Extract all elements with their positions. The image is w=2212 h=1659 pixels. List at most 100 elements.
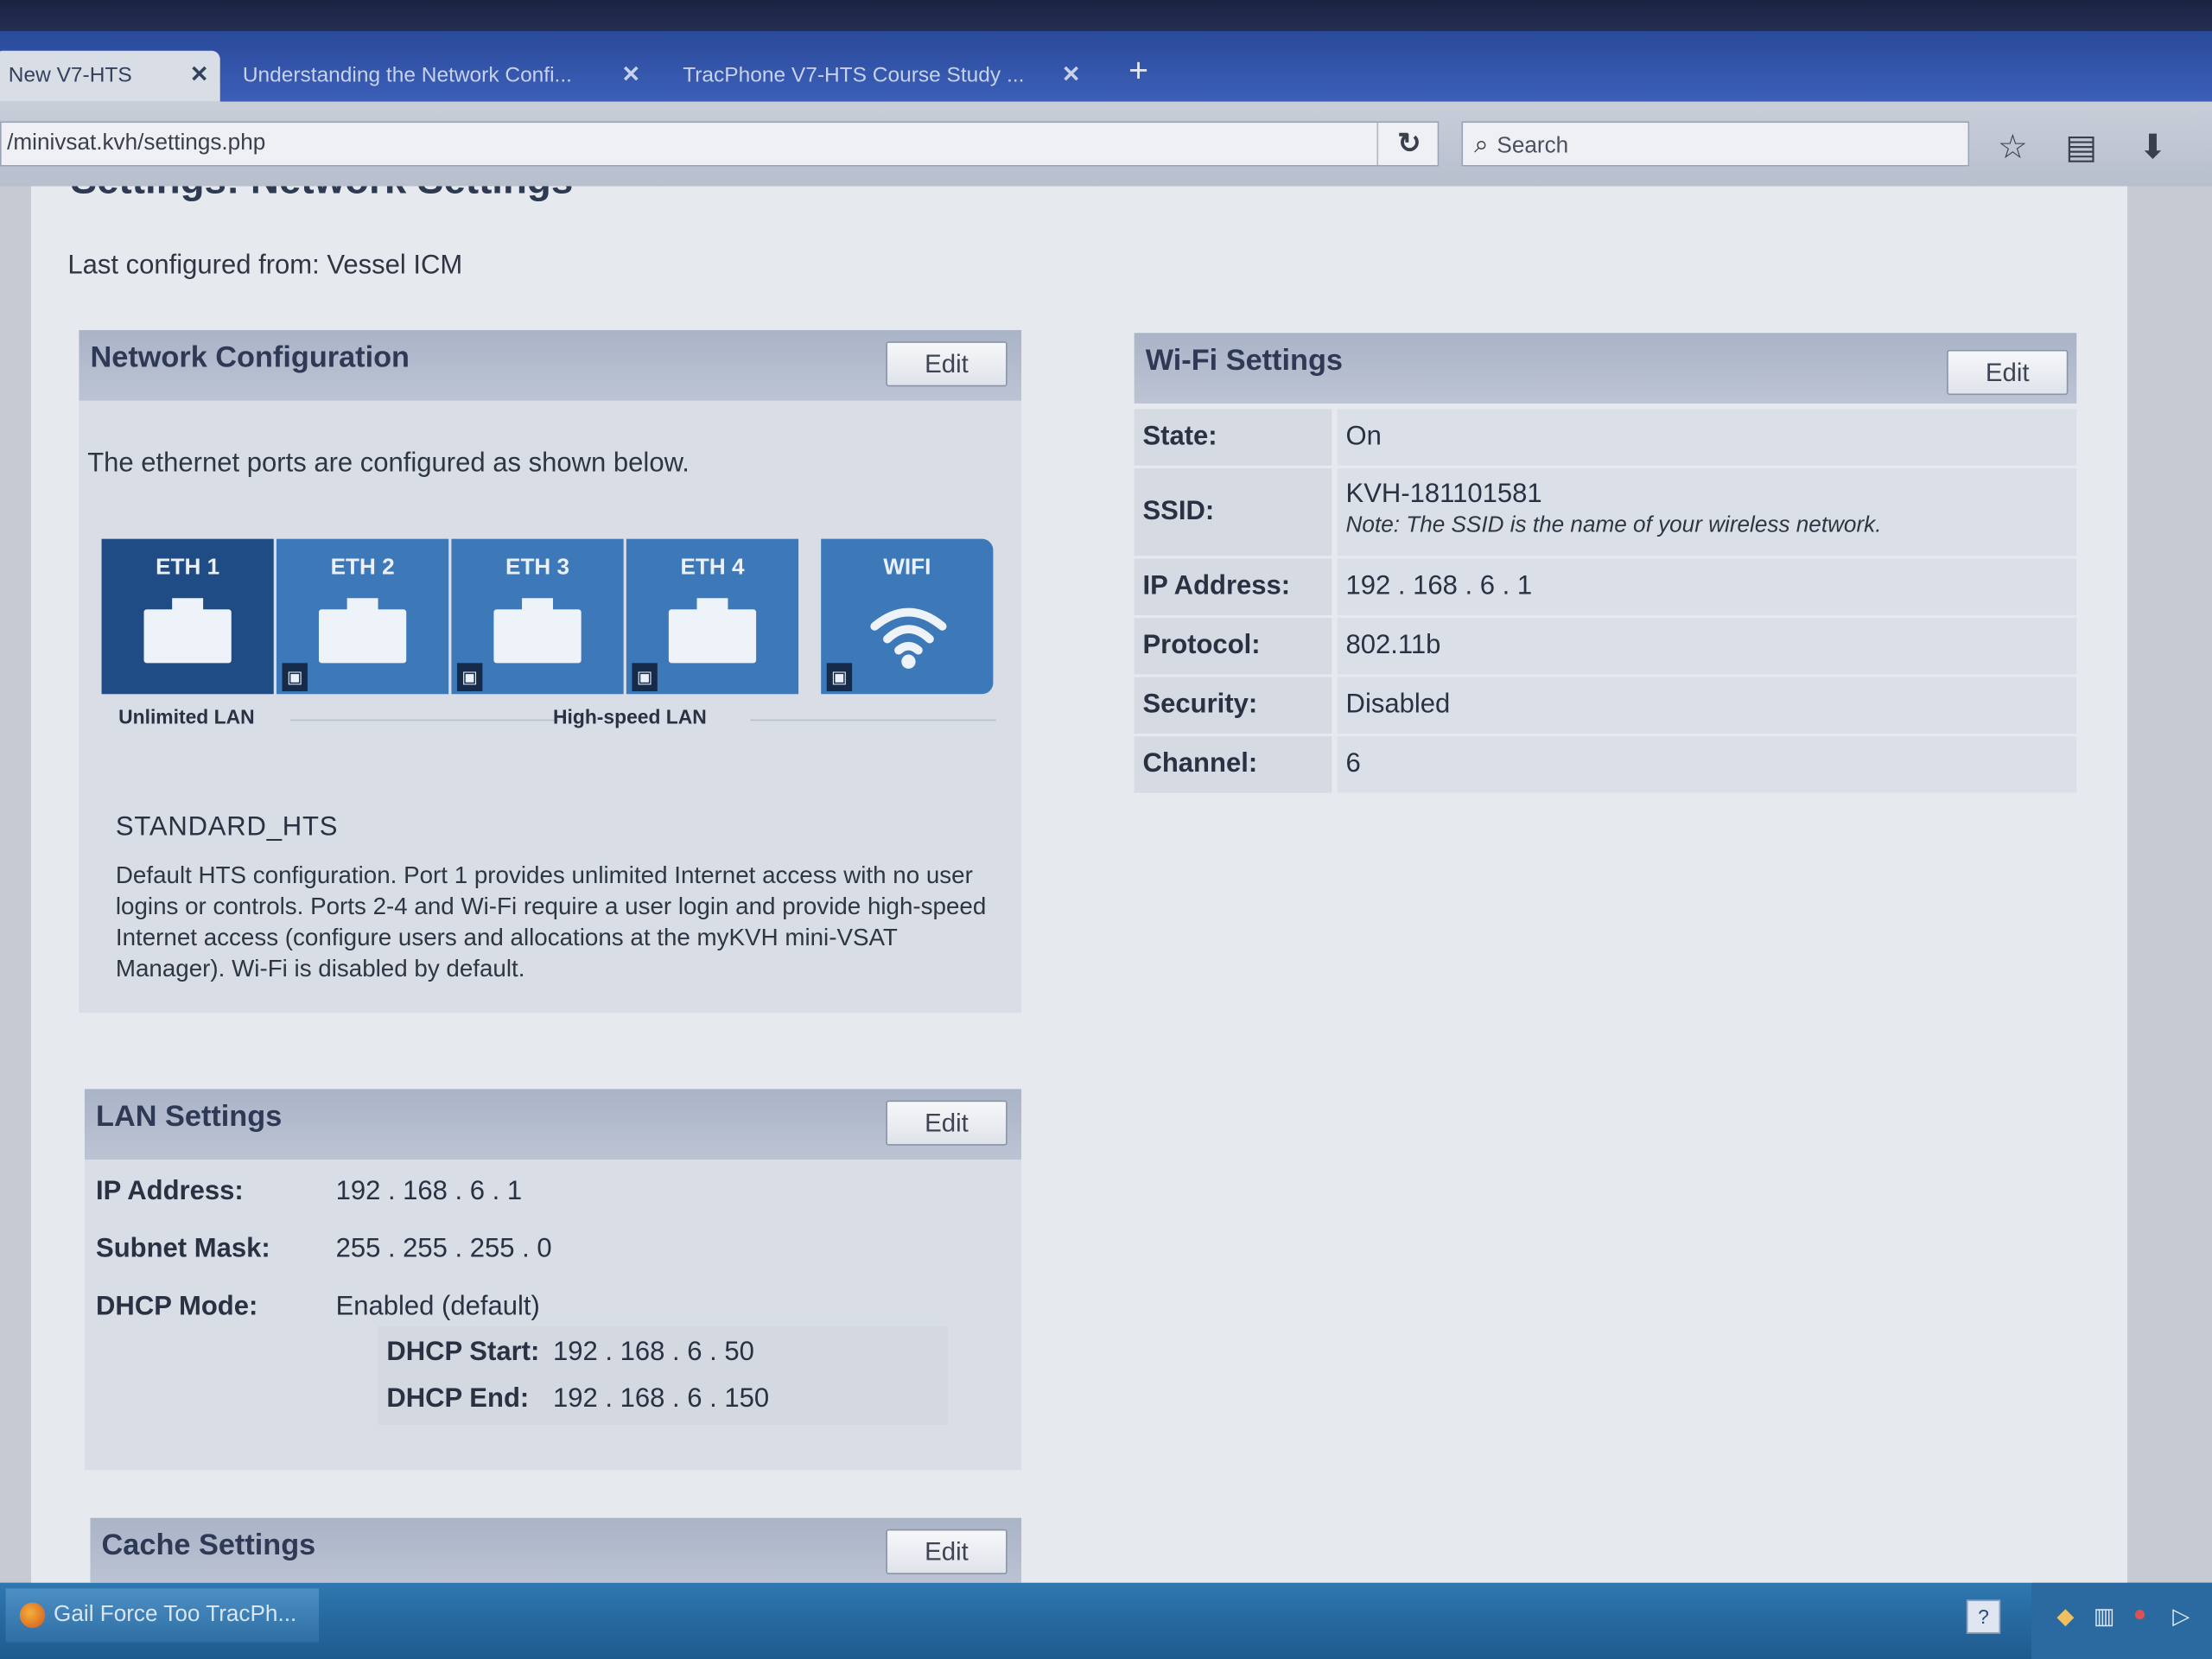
row-value: 192 . 168 . 6 . 1 bbox=[1337, 558, 2077, 615]
panel-header: Cache Settings Edit bbox=[90, 1517, 1022, 1583]
ssid-note: Note: The SSID is the name of your wirel… bbox=[1345, 513, 1882, 538]
tab-label: TracPhone V7-HTS Course Study ... bbox=[683, 63, 1025, 88]
help-icon[interactable]: ? bbox=[1966, 1599, 2001, 1634]
panel-title: LAN Settings bbox=[96, 1100, 283, 1134]
port-eth4: ETH 4 ▣ bbox=[626, 538, 799, 695]
port-eth2: ETH 2 ▣ bbox=[276, 538, 449, 695]
download-icon[interactable]: ⬇ bbox=[2139, 127, 2167, 168]
close-icon[interactable]: ✕ bbox=[621, 51, 640, 102]
network-configuration-panel: Network Configuration Edit The ethernet … bbox=[79, 330, 1022, 1014]
port-label: ETH 4 bbox=[680, 556, 745, 581]
row-value: 192 . 168 . 6 . 150 bbox=[552, 1383, 770, 1414]
taskbar-item-firefox[interactable]: Gail Force Too TracPh... bbox=[5, 1588, 319, 1643]
row-label: Subnet Mask: bbox=[96, 1234, 270, 1264]
table-row: Protocol: 802.11b bbox=[1134, 618, 2077, 677]
table-row: Security: Disabled bbox=[1134, 677, 2077, 737]
table-row: SSID: KVH-181101581 Note: The SSID is th… bbox=[1134, 468, 2077, 559]
taskbar-item-label: Gail Force Too TracPh... bbox=[54, 1602, 297, 1627]
reload-icon[interactable]: ↻ bbox=[1376, 123, 1440, 166]
close-icon[interactable]: ✕ bbox=[1062, 51, 1081, 102]
tab-course-study[interactable]: TracPhone V7-HTS Course Study ... ✕ bbox=[669, 51, 1092, 102]
row-label: State: bbox=[1134, 409, 1332, 466]
network-config-edit-button[interactable]: Edit bbox=[886, 341, 1007, 387]
lock-icon: ▣ bbox=[282, 663, 308, 691]
page-content: Settings: Network Settings Last configur… bbox=[30, 186, 2128, 1583]
row-value: 6 bbox=[1337, 736, 2077, 793]
row-value: KVH-181101581 Note: The SSID is the name… bbox=[1337, 468, 2077, 556]
taskbar: Gail Force Too TracPh... ? ◆ ▥ ● ▷ bbox=[0, 1582, 2212, 1659]
row-label: Security: bbox=[1134, 677, 1332, 734]
port-label: ETH 2 bbox=[330, 556, 395, 581]
row-value: Disabled bbox=[1337, 677, 2077, 734]
panel-title: Network Configuration bbox=[90, 341, 410, 374]
navigation-toolbar: /minivsat.kvh/settings.php ↻ ⌕ Search ☆ ▤… bbox=[0, 101, 2212, 187]
ethernet-jack-icon bbox=[668, 598, 757, 664]
dhcp-start-row: DHCP Start: 192 . 168 . 6 . 50 bbox=[386, 1338, 754, 1369]
config-name: STANDARD_HTS bbox=[115, 812, 339, 842]
url-bar[interactable]: /minivsat.kvh/settings.php ↻ bbox=[0, 121, 1440, 167]
cache-settings-panel: Cache Settings Edit bbox=[90, 1517, 1022, 1583]
bookmark-star-icon[interactable]: ☆ bbox=[1998, 127, 2028, 168]
ethernet-jack-icon bbox=[493, 598, 582, 664]
security-alert-icon[interactable]: ● bbox=[2133, 1603, 2147, 1628]
row-label: DHCP End: bbox=[386, 1383, 530, 1414]
search-input[interactable]: ⌕ Search bbox=[1461, 121, 1970, 167]
port-label: WIFI bbox=[883, 556, 931, 581]
lan-dhcp-row: DHCP Mode: Enabled (default) bbox=[96, 1293, 540, 1324]
panel-title: Cache Settings bbox=[101, 1529, 316, 1562]
lock-icon: ▣ bbox=[826, 663, 853, 691]
new-tab-button[interactable]: + bbox=[1128, 51, 1148, 93]
row-value: 192 . 168 . 6 . 50 bbox=[552, 1337, 754, 1368]
table-row: IP Address: 192 . 168 . 6 . 1 bbox=[1134, 558, 2077, 619]
config-description: Default HTS configuration. Port 1 provid… bbox=[115, 861, 987, 982]
port-diagram: ETH 1 ETH 2 ▣ ETH 3 ▣ ETH 4 ▣ WIFI ▣ bbox=[101, 538, 999, 697]
port-eth3: ETH 3 ▣ bbox=[451, 538, 624, 695]
system-tray: ◆ ▥ ● ▷ bbox=[2031, 1582, 2212, 1659]
row-label: Channel: bbox=[1134, 736, 1332, 793]
shield-icon[interactable]: ◆ bbox=[2056, 1603, 2074, 1631]
row-label: Protocol: bbox=[1134, 618, 1332, 675]
lan-settings-panel: LAN Settings Edit IP Address: 192 . 168 .… bbox=[84, 1089, 1022, 1471]
dhcp-range: DHCP Start: 192 . 168 . 6 . 50 DHCP End: 1… bbox=[378, 1325, 949, 1425]
divider bbox=[750, 719, 996, 721]
last-configured: Last configured from: Vessel ICM bbox=[67, 251, 463, 281]
tab-label: New V7-HTS bbox=[8, 63, 132, 88]
panel-header: Network Configuration Edit bbox=[79, 330, 1022, 401]
wifi-edit-button[interactable]: Edit bbox=[1947, 349, 2069, 396]
divider bbox=[290, 719, 559, 721]
row-value: 802.11b bbox=[1337, 618, 2077, 675]
table-row: State: On bbox=[1134, 409, 2077, 469]
row-label: DHCP Mode: bbox=[96, 1292, 258, 1322]
screen: New V7-HTS ✕ Understanding the Network C… bbox=[0, 0, 2212, 1659]
row-label: IP Address: bbox=[1134, 558, 1332, 615]
row-value: On bbox=[1337, 409, 2077, 466]
lock-icon: ▣ bbox=[456, 663, 483, 691]
ethernet-jack-icon bbox=[318, 598, 407, 664]
lock-icon: ▣ bbox=[632, 663, 658, 691]
wifi-icon bbox=[870, 607, 947, 669]
panel-header: LAN Settings Edit bbox=[84, 1089, 1022, 1160]
tab-label: Understanding the Network Confi... bbox=[242, 63, 572, 88]
row-label: IP Address: bbox=[96, 1176, 244, 1206]
panel-header: Wi-Fi Settings Edit bbox=[1134, 333, 2077, 404]
tab-strip: New V7-HTS ✕ Understanding the Network C… bbox=[0, 30, 2212, 102]
lan-ip-row: IP Address: 192 . 168 . 6 . 1 bbox=[96, 1177, 522, 1208]
url-text: /minivsat.kvh/settings.php bbox=[7, 130, 266, 156]
close-icon[interactable]: ✕ bbox=[190, 51, 209, 102]
volume-icon[interactable]: ▷ bbox=[2172, 1603, 2190, 1631]
lan-edit-button[interactable]: Edit bbox=[886, 1100, 1007, 1146]
clipboard-icon[interactable]: ▤ bbox=[2065, 127, 2097, 168]
network-icon[interactable]: ▥ bbox=[2094, 1603, 2115, 1631]
port-label: ETH 3 bbox=[505, 556, 570, 581]
wifi-settings-panel: Wi-Fi Settings Edit State: On SSID: KVH-… bbox=[1134, 333, 2077, 796]
row-value: 255 . 255 . 255 . 0 bbox=[335, 1234, 552, 1264]
search-icon: ⌕ bbox=[1474, 130, 1489, 158]
tab-network-config[interactable]: Understanding the Network Confi... ✕ bbox=[228, 51, 652, 102]
cache-edit-button[interactable]: Edit bbox=[886, 1529, 1007, 1575]
firefox-icon bbox=[19, 1602, 46, 1629]
tab-active[interactable]: New V7-HTS ✕ bbox=[0, 50, 220, 102]
dhcp-end-row: DHCP End: 192 . 168 . 6 . 150 bbox=[386, 1384, 769, 1415]
port-label: ETH 1 bbox=[156, 556, 220, 581]
panel-title: Wi-Fi Settings bbox=[1145, 344, 1343, 377]
port-eth1: ETH 1 bbox=[101, 538, 274, 695]
